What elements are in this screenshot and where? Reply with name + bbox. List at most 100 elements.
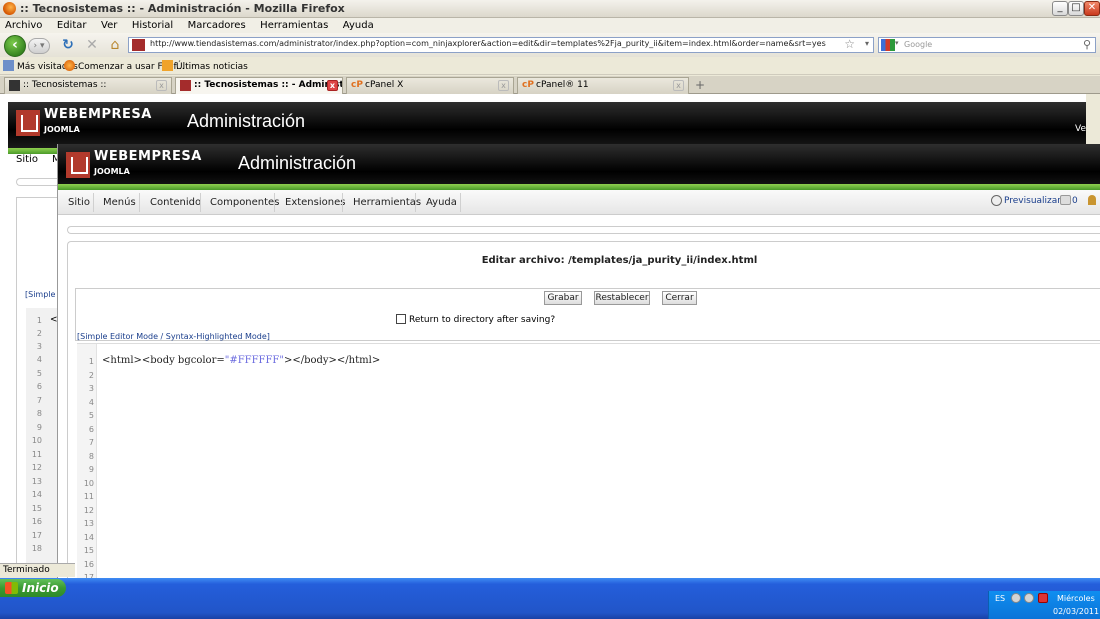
volume-icon[interactable] [1024, 593, 1034, 603]
line-number: 9 [88, 465, 94, 474]
menubar: Archivo Editar Ver Historial Marcadores … [0, 18, 1100, 33]
preview-link[interactable]: Previsualizar [1004, 196, 1061, 206]
line-number: 10 [31, 436, 42, 445]
menu-archivo[interactable]: Archivo [5, 18, 42, 33]
system-tray: ES Miércoles 02/03/2011 [988, 591, 1100, 619]
back-button[interactable]: ‹ [4, 35, 26, 57]
tab-cpanel-11[interactable]: cP cPanel® 11 x [517, 77, 689, 94]
menu-ayuda[interactable]: Ayuda [426, 197, 457, 208]
start-button[interactable]: Inicio [0, 579, 66, 597]
menu-extensiones[interactable]: Extensiones [285, 197, 345, 208]
menu-sitio[interactable]: Sitio [68, 197, 90, 208]
minimize-button[interactable]: _ [1052, 1, 1068, 16]
menu-ver[interactable]: Ver [101, 18, 117, 33]
google-engine-icon[interactable] [881, 39, 895, 51]
code-line: <html><body bgcolor="#FFFFFF"></body></h… [102, 355, 381, 366]
menu-marcadores[interactable]: Marcadores [188, 18, 246, 33]
menu-separator [139, 193, 140, 212]
menu-contenido[interactable]: Contenido [150, 197, 201, 208]
line-number: 14 [83, 533, 94, 542]
search-bar[interactable]: ▾ Google ⚲ [878, 37, 1096, 53]
line-number: 9 [36, 423, 42, 432]
view-site-link[interactable]: Ve [1075, 124, 1086, 134]
network-icon[interactable] [1011, 593, 1021, 603]
brand-subtitle: JOOMLA [44, 125, 80, 134]
cpanel-icon: cP [522, 80, 534, 90]
brand-name: WEBEMPRESA [94, 149, 202, 164]
line-number: 16 [31, 517, 42, 526]
menu-herramientas[interactable]: Herramientas [260, 18, 328, 33]
menu-menus[interactable]: Menús [103, 197, 136, 208]
engine-dropdown-icon[interactable]: ▾ [895, 39, 899, 47]
messages-count[interactable]: 0 [1072, 196, 1078, 206]
tab-close-icon[interactable]: x [673, 80, 684, 91]
firefox-logo-icon [3, 2, 16, 15]
restore-button[interactable]: □ [1068, 1, 1084, 16]
line-number: 5 [88, 411, 94, 420]
menu-herramientas[interactable]: Herramientas [353, 197, 421, 208]
bookmark-star-icon[interactable]: ☆ [844, 37, 855, 51]
reload-icon[interactable]: ↻ [60, 37, 76, 53]
tray-date: 02/03/2011 [1053, 607, 1100, 616]
line-number: 3 [88, 384, 94, 393]
menu-sitio[interactable]: Sitio [16, 154, 38, 165]
line-number: 1 [36, 316, 42, 325]
line-number: 17 [31, 531, 42, 540]
line-number: 12 [31, 463, 42, 472]
tray-day: Miércoles [1057, 594, 1095, 603]
url-text: http://www.tiendasistemas.com/administra… [150, 39, 826, 48]
menu-separator [274, 193, 275, 212]
tab-administracion[interactable]: :: Tecnosistemas :: - Administraci... x [175, 77, 343, 94]
tab-close-icon[interactable]: x [156, 80, 167, 91]
home-icon[interactable]: ⌂ [107, 37, 123, 53]
tab-close-icon[interactable]: x [498, 80, 509, 91]
close-window-button[interactable]: ✕ [1084, 1, 1100, 16]
forward-button[interactable]: › ▾ [28, 38, 50, 54]
admin-title: Administración [187, 111, 306, 131]
url-dropdown-icon[interactable]: ▾ [865, 39, 869, 48]
toolbar-box [67, 226, 1100, 234]
line-number: 10 [83, 479, 94, 488]
return-checkbox-label: Return to directory after saving? [409, 315, 556, 325]
users-icon[interactable] [1088, 195, 1096, 205]
tab-close-icon[interactable]: x [327, 80, 338, 91]
menu-componentes[interactable]: Componentes [210, 197, 279, 208]
code-editor[interactable] [77, 343, 1100, 594]
tab-tecnosistemas[interactable]: :: Tecnosistemas :: x [4, 77, 172, 94]
line-number: 8 [36, 409, 42, 418]
language-indicator[interactable]: ES [995, 594, 1005, 603]
menu-separator [342, 193, 343, 212]
new-tab-button[interactable]: + [692, 78, 708, 92]
line-number: 18 [31, 544, 42, 553]
search-icon[interactable]: ⚲ [1083, 38, 1091, 51]
line-number: 3 [36, 342, 42, 351]
folder-icon [3, 60, 14, 71]
tab-cpanel-x[interactable]: cP cPanel X x [346, 77, 514, 94]
foreground-admin-page: WEBEMPRESA JOOMLA Administración Sitio M… [57, 144, 1100, 595]
reset-button[interactable]: Restablecer [594, 291, 650, 305]
url-bar[interactable]: http://www.tiendasistemas.com/administra… [128, 37, 874, 53]
preview-icon[interactable] [991, 195, 1002, 206]
save-button[interactable]: Grabar [544, 291, 582, 305]
search-placeholder: Google [904, 40, 933, 49]
line-number: 12 [83, 506, 94, 515]
messages-icon[interactable] [1060, 195, 1071, 205]
window-title: :: Tecnosistemas :: - Administración - M… [20, 2, 345, 15]
line-number: 1 [88, 357, 94, 366]
menu-editar[interactable]: Editar [57, 18, 87, 33]
tab-favicon-icon [180, 80, 191, 91]
line-number: 14 [31, 490, 42, 499]
brand-subtitle: JOOMLA [94, 167, 130, 176]
line-number: 13 [83, 519, 94, 528]
bookmark-latest-news[interactable]: Últimas noticias [162, 60, 248, 72]
close-button[interactable]: Cerrar [662, 291, 697, 305]
line-number: 6 [88, 425, 94, 434]
security-icon[interactable] [1038, 593, 1048, 603]
line-number: 13 [31, 477, 42, 486]
return-checkbox[interactable] [396, 314, 406, 324]
menu-historial[interactable]: Historial [132, 18, 173, 33]
stop-icon[interactable]: ✕ [84, 37, 100, 53]
editor-mode-link[interactable]: [Simple Editor Mode / Syntax-Highlighted… [77, 332, 270, 341]
menu-ayuda[interactable]: Ayuda [343, 18, 374, 33]
admin-title: Administración [238, 153, 357, 173]
